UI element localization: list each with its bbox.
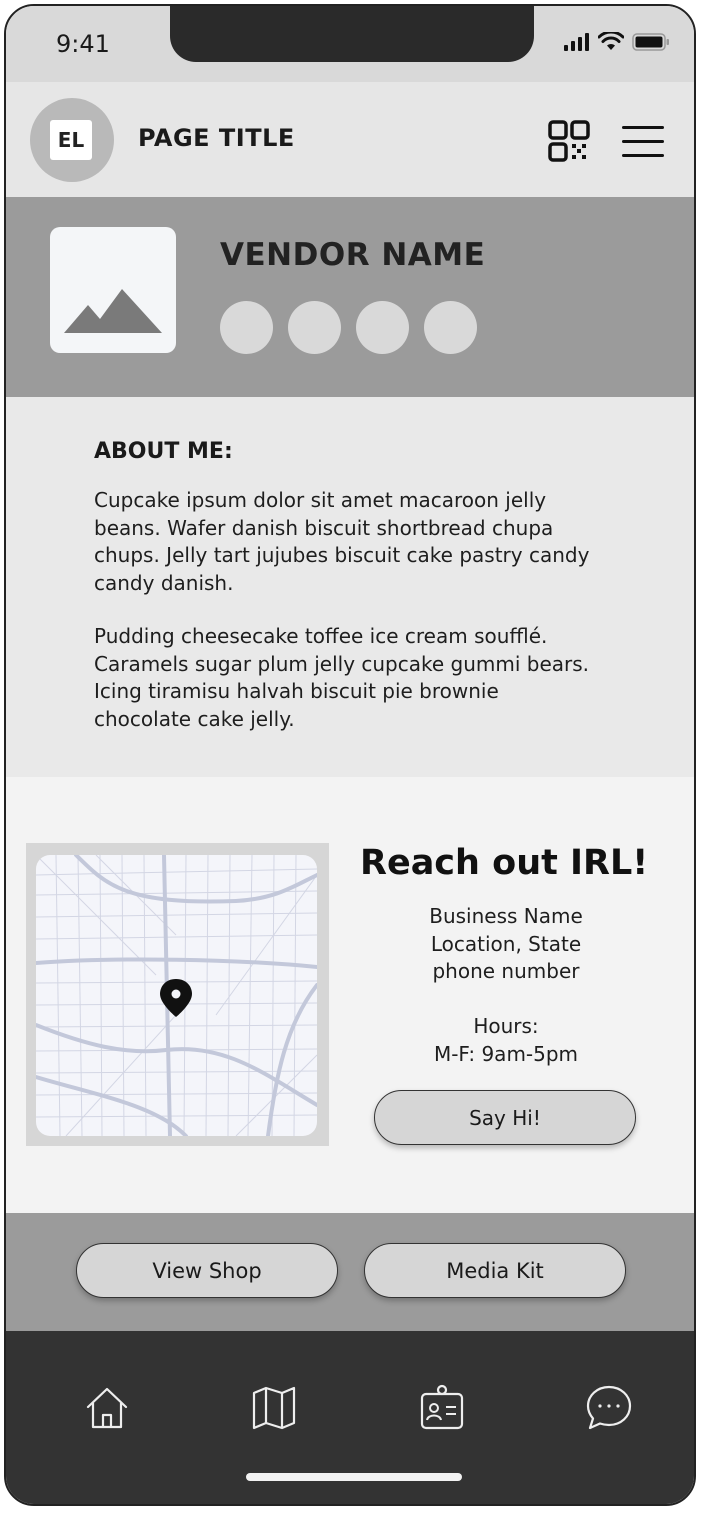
map-view[interactable] (36, 855, 317, 1136)
social-links (220, 301, 477, 354)
say-hi-button[interactable]: Say Hi! (374, 1090, 636, 1145)
avatar-initials: EL (50, 120, 92, 160)
business-location: Location, State (430, 931, 582, 956)
hamburger-menu-icon[interactable] (622, 126, 664, 168)
status-icons (564, 32, 670, 52)
battery-icon (632, 33, 669, 51)
vendor-banner: VENDOR NAME (6, 197, 694, 397)
wifi-icon (598, 32, 624, 50)
phone-frame: 9:41 EL PAGE TITLE VENDOR NAME ABOUT ME:… (4, 4, 696, 1506)
contact-section: Reach out IRL! Business Name Location, S… (6, 777, 694, 1213)
map-icon[interactable] (249, 1383, 299, 1433)
about-paragraph: Cupcake ipsum dolor sit amet macaroon je… (94, 488, 590, 595)
image-placeholder-icon (64, 289, 162, 333)
vendor-image (50, 227, 176, 353)
map-streets (36, 855, 317, 1136)
business-hours: Hours: M-F: 9am-5pm (366, 1013, 646, 1068)
social-link[interactable] (424, 301, 477, 354)
avatar[interactable]: EL (30, 98, 114, 182)
about-section: ABOUT ME: Cupcake ipsum dolor sit amet m… (6, 397, 694, 777)
status-time: 9:41 (56, 30, 110, 58)
about-title: ABOUT ME: (94, 439, 233, 464)
qr-code-icon[interactable] (548, 120, 590, 162)
app-header: EL PAGE TITLE (6, 82, 694, 198)
map-frame (26, 843, 329, 1146)
business-name: Business Name (429, 904, 583, 928)
id-card-icon[interactable] (417, 1383, 467, 1433)
vendor-name: VENDOR NAME (220, 237, 486, 273)
home-icon[interactable] (82, 1383, 132, 1433)
business-info: Business Name Location, State phone numb… (366, 903, 646, 986)
contact-title: Reach out IRL! (360, 843, 649, 883)
business-phone: phone number (432, 959, 580, 983)
social-link[interactable] (220, 301, 273, 354)
notch (170, 6, 534, 62)
action-bar: View Shop Media Kit (6, 1213, 694, 1331)
social-link[interactable] (288, 301, 341, 354)
media-kit-button[interactable]: Media Kit (364, 1243, 626, 1298)
hours-value: M-F: 9am-5pm (433, 1041, 579, 1066)
page-title: PAGE TITLE (138, 124, 295, 152)
tab-bar (6, 1331, 694, 1504)
social-link[interactable] (356, 301, 409, 354)
status-bar: 9:41 (6, 6, 694, 82)
view-shop-button[interactable]: View Shop (76, 1243, 338, 1298)
about-paragraph: Pudding cheesecake toffee ice cream souf… (94, 624, 590, 731)
signal-icon (564, 33, 589, 51)
hours-label: Hours: (473, 1014, 539, 1038)
home-indicator[interactable] (246, 1473, 462, 1481)
chat-icon[interactable] (584, 1383, 634, 1433)
